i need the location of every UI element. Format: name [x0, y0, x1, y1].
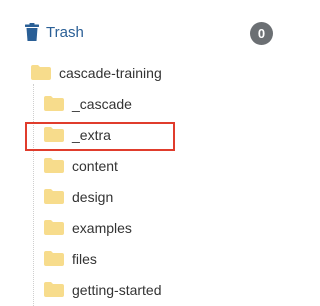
tree-node-label[interactable]: _cascade — [72, 95, 132, 113]
tree-node-examples[interactable]: examples — [0, 216, 293, 240]
folder-icon — [44, 251, 64, 266]
tree-node-label[interactable]: design — [72, 188, 113, 206]
trash-icon — [25, 23, 39, 41]
tree-node-label[interactable]: getting-started — [72, 281, 162, 299]
tree-node-getting-started[interactable]: getting-started — [0, 278, 293, 302]
tree-node-label[interactable]: examples — [72, 219, 132, 237]
trash-label[interactable]: Trash — [46, 24, 84, 42]
tree-node-design[interactable]: design — [0, 185, 293, 209]
tree-node-label[interactable]: content — [72, 157, 118, 175]
folder-icon — [44, 220, 64, 235]
tree-node-files[interactable]: files — [0, 247, 293, 271]
tree-node-content[interactable]: content — [0, 154, 293, 178]
folder-icon — [44, 96, 64, 111]
folder-icon — [44, 189, 64, 204]
highlight-box — [25, 122, 175, 151]
tree-node-label[interactable]: files — [72, 250, 97, 268]
folder-icon — [44, 158, 64, 173]
tree-node-label[interactable]: cascade-training — [59, 64, 162, 82]
trash-item[interactable]: Trash 0 — [0, 0, 293, 64]
tree-node-cascade[interactable]: _cascade — [0, 92, 293, 116]
trash-count-badge: 0 — [250, 22, 273, 45]
folder-icon — [31, 65, 51, 80]
folder-icon — [44, 282, 64, 297]
tree-node-cascade-training[interactable]: cascade-training — [0, 61, 293, 85]
